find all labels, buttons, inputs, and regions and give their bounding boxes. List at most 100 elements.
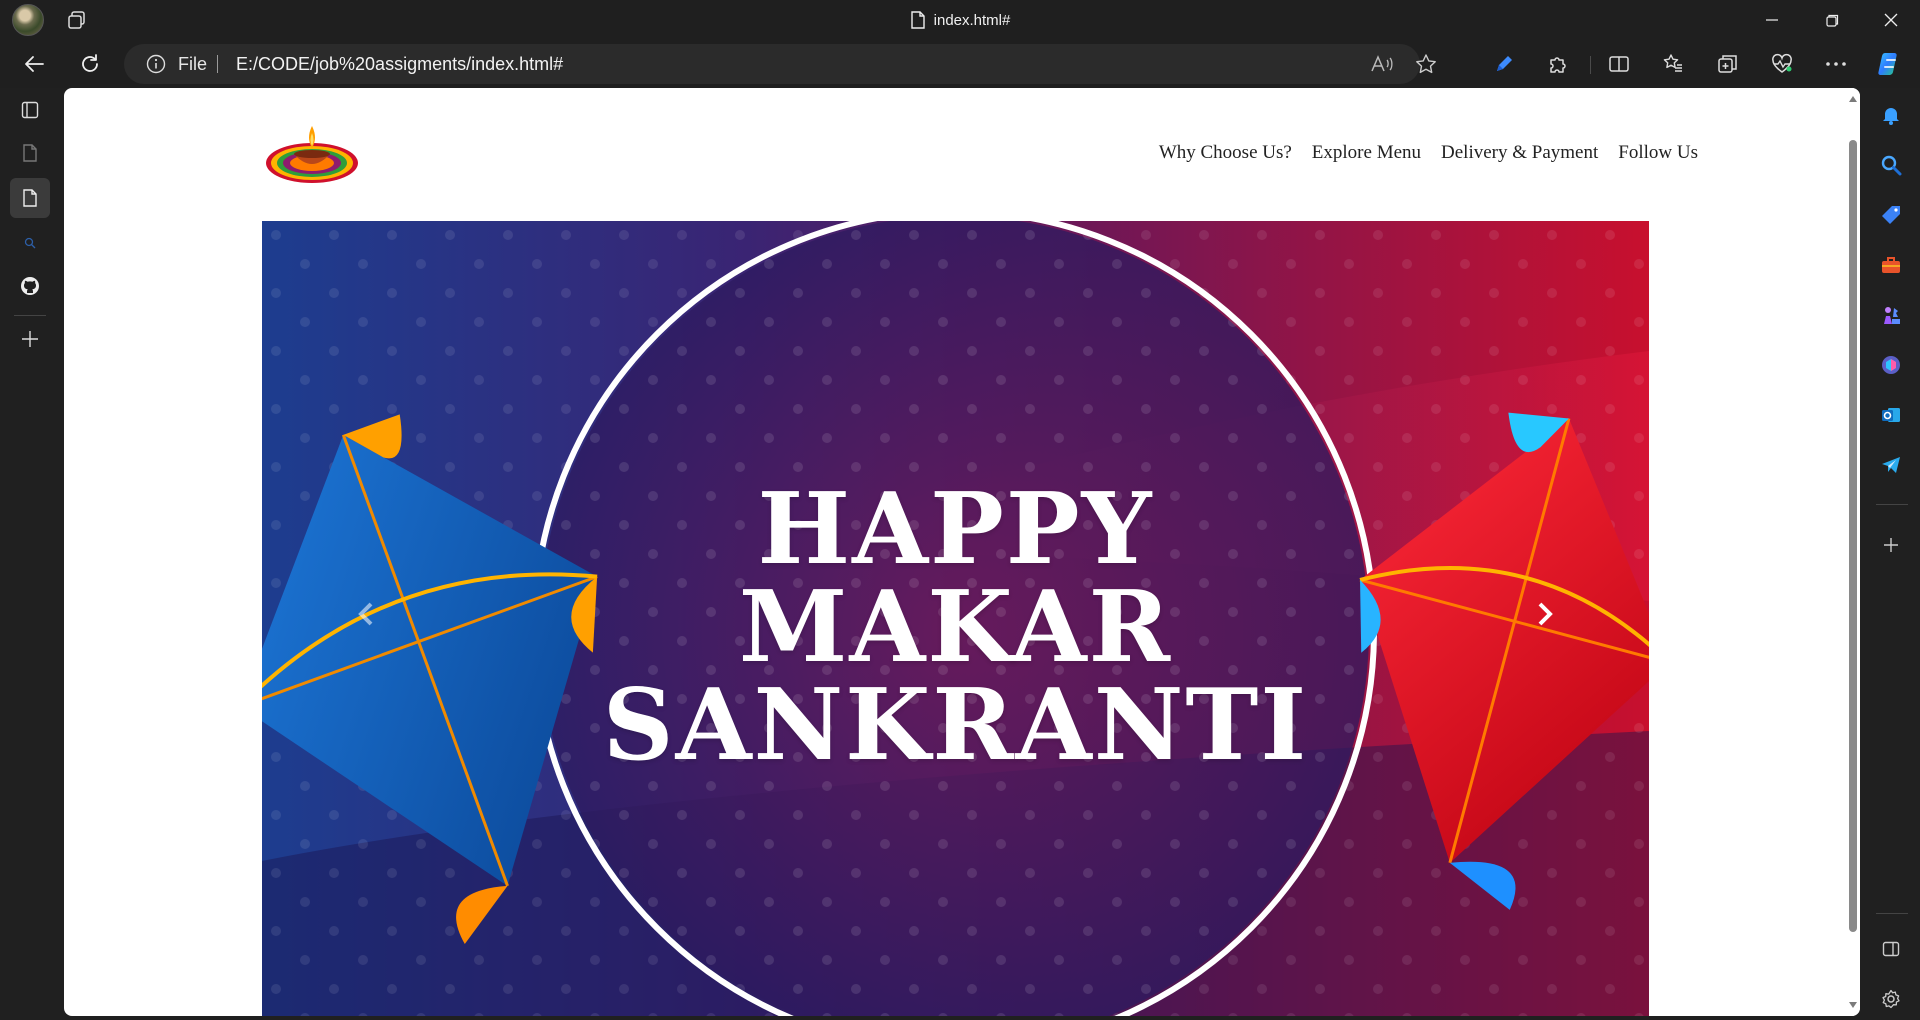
- scroll-thumb[interactable]: [1849, 140, 1857, 932]
- tools-briefcase-icon: [1882, 257, 1900, 273]
- reload-button[interactable]: [72, 46, 108, 82]
- nav-why-choose-us[interactable]: Why Choose Us?: [1159, 142, 1292, 164]
- tab-page-active[interactable]: [10, 178, 50, 218]
- url-text[interactable]: E:/CODE/job%20assigments/index.html#: [236, 44, 563, 84]
- page-scrollbar[interactable]: [1846, 88, 1860, 1016]
- settings-button[interactable]: [1875, 983, 1907, 1015]
- carousel-prev-button[interactable]: [336, 584, 396, 644]
- nav-explore-menu[interactable]: Explore Menu: [1312, 142, 1421, 164]
- split-screen-icon: [1609, 56, 1629, 72]
- tools-button[interactable]: [1875, 249, 1907, 281]
- collections-button[interactable]: [1710, 46, 1746, 82]
- minimize-icon: [1766, 19, 1778, 21]
- tab-search[interactable]: [10, 223, 50, 263]
- close-button[interactable]: [1862, 0, 1920, 40]
- hero-carousel: HAPPY MAKAR SANKRANTI: [262, 221, 1649, 1016]
- nav-delivery-payment[interactable]: Delivery & Payment: [1441, 142, 1598, 164]
- page-viewport: Why Choose Us? Explore Menu Delivery & P…: [64, 88, 1860, 1016]
- sidebar-divider: [1876, 504, 1908, 505]
- shopping-button[interactable]: [1875, 199, 1907, 231]
- toolbar-divider: [1590, 56, 1591, 74]
- sidebar-add-button[interactable]: [1875, 529, 1907, 561]
- microsoft-365-icon: [1882, 356, 1900, 374]
- tab-actions-button[interactable]: [10, 90, 50, 130]
- active-tab-title: index.html#: [0, 0, 1920, 40]
- github-icon: [21, 277, 39, 295]
- hero-line-2: MAKAR: [738, 570, 1173, 685]
- extensions-button[interactable]: [1540, 46, 1576, 82]
- close-icon: [1884, 13, 1898, 27]
- search-icon: [24, 237, 36, 249]
- document-icon: [23, 189, 37, 207]
- vertical-tabs-bar: [0, 88, 64, 1020]
- hide-sidebar-button[interactable]: [1875, 933, 1907, 965]
- tabs-divider: [14, 315, 46, 316]
- add-icon: [1884, 538, 1898, 552]
- pen-icon: [1497, 56, 1512, 71]
- games-button[interactable]: [1875, 299, 1907, 331]
- address-toolbar: File E:/CODE/job%20assigments/index.html…: [0, 40, 1920, 88]
- nav-follow-us[interactable]: Follow Us: [1618, 142, 1698, 164]
- tab-page-inactive[interactable]: [10, 133, 50, 173]
- back-button[interactable]: [16, 46, 52, 82]
- collections-icon: [1718, 55, 1737, 73]
- settings-gear-icon: [1882, 989, 1900, 1009]
- reload-icon: [82, 54, 98, 72]
- scheme-label: File: [178, 54, 208, 74]
- ellipsis-icon: [1826, 62, 1846, 66]
- restore-icon: [1825, 14, 1838, 27]
- edge-sidebar: [1862, 88, 1920, 1020]
- chevron-left-icon: [358, 602, 373, 626]
- site-navigation: Why Choose Us? Explore Menu Delivery & P…: [1159, 142, 1698, 164]
- telegram-send-icon: [1882, 457, 1900, 473]
- sidebar-divider-bottom: [1876, 913, 1908, 914]
- carousel-next-button[interactable]: [1515, 584, 1575, 644]
- read-aloud-button[interactable]: [1364, 46, 1400, 82]
- search-icon: [1881, 155, 1902, 176]
- shopping-tag-icon: [1882, 206, 1900, 224]
- favorites-list-icon: [1663, 54, 1682, 72]
- copilot-button[interactable]: [1872, 46, 1908, 82]
- hero-line-1: HAPPY: [757, 472, 1154, 587]
- tab-title-text: index.html#: [933, 11, 1011, 29]
- sidebar-search-button[interactable]: [1875, 149, 1907, 181]
- hero-line-3: SANKRANTI: [602, 668, 1309, 783]
- performance-button[interactable]: [1764, 46, 1800, 82]
- restore-button[interactable]: [1803, 0, 1861, 40]
- address-bar[interactable]: File E:/CODE/job%20assigments/index.html…: [124, 44, 1436, 84]
- notification-bell-icon: [1883, 108, 1899, 125]
- scroll-up-arrow[interactable]: [1849, 96, 1857, 102]
- split-screen-button[interactable]: [1601, 46, 1637, 82]
- hero-greeting: HAPPY MAKAR SANKRANTI: [262, 481, 1649, 775]
- favorite-button[interactable]: [1408, 46, 1444, 82]
- pen-extension-button[interactable]: [1486, 46, 1522, 82]
- diya-logo[interactable]: [264, 118, 360, 186]
- telegram-button[interactable]: [1875, 449, 1907, 481]
- plus-icon: [22, 331, 38, 347]
- scroll-down-arrow[interactable]: [1849, 1002, 1857, 1008]
- microsoft-365-button[interactable]: [1875, 349, 1907, 381]
- sidebar-toggle-icon: [1882, 941, 1900, 957]
- tab-actions-icon: [21, 101, 39, 119]
- file-icon: [910, 11, 925, 29]
- puzzle-icon: [1550, 57, 1566, 73]
- chevron-right-icon: [1538, 602, 1553, 626]
- tab-github[interactable]: [10, 266, 50, 306]
- site-info-icon[interactable]: [146, 54, 166, 74]
- star-icon: [1416, 54, 1436, 74]
- heartbeat-icon: [1772, 53, 1792, 73]
- more-menu-button[interactable]: [1818, 46, 1854, 82]
- document-icon: [23, 144, 37, 162]
- title-bar: index.html#: [0, 0, 1920, 40]
- back-arrow-icon: [25, 56, 44, 72]
- outlook-button[interactable]: [1875, 399, 1907, 431]
- outlook-icon: [1882, 408, 1900, 422]
- address-divider: [217, 55, 218, 73]
- read-aloud-icon: [1371, 55, 1393, 72]
- favorites-button[interactable]: [1655, 46, 1691, 82]
- games-chess-icon: [1884, 307, 1900, 324]
- copilot-icon: [1878, 53, 1897, 75]
- notifications-button[interactable]: [1875, 99, 1907, 131]
- new-tab-button[interactable]: [10, 319, 50, 359]
- minimize-button[interactable]: [1743, 0, 1801, 40]
